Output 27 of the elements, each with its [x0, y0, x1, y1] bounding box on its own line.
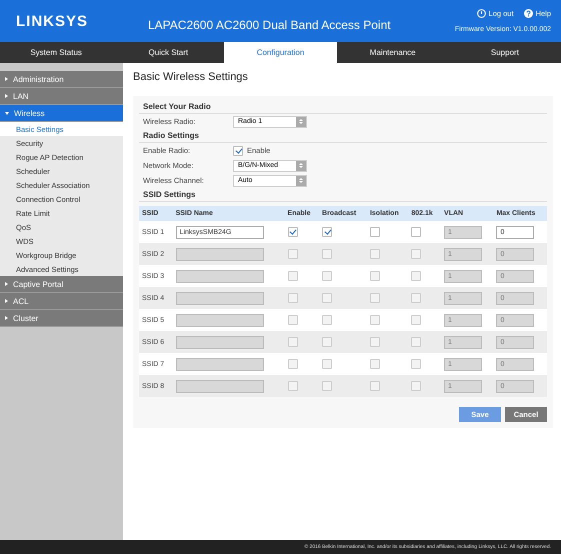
- section-heading: SSID Settings: [139, 188, 547, 202]
- checkbox[interactable]: [370, 227, 380, 237]
- sidebar-group[interactable]: ACL: [0, 293, 123, 310]
- section-heading: Radio Settings: [139, 129, 547, 143]
- section-heading: Select Your Radio: [139, 100, 547, 114]
- checkbox[interactable]: [322, 227, 332, 237]
- power-icon: [476, 9, 486, 18]
- checkbox[interactable]: [411, 227, 422, 237]
- nav-tab[interactable]: Configuration: [224, 42, 337, 63]
- help-icon: [524, 9, 533, 18]
- sidebar-group[interactable]: Administration: [0, 71, 123, 88]
- spinner-icon: [296, 176, 306, 186]
- nav-tab[interactable]: Maintenance: [336, 42, 449, 63]
- sidebar-group[interactable]: Captive Portal: [0, 276, 123, 293]
- sidebar-group[interactable]: Wireless: [0, 105, 123, 122]
- checkbox[interactable]: [288, 227, 298, 237]
- product-title: LAPAC2600 AC2600 Dual Band Access Point: [148, 18, 392, 32]
- sidebar-group[interactable]: Cluster: [0, 310, 123, 327]
- nav-tab[interactable]: Quick Start: [112, 42, 224, 63]
- checkbox[interactable]: [233, 146, 243, 156]
- spinner-icon: [296, 116, 306, 126]
- nav-tab[interactable]: System Status: [0, 42, 112, 63]
- nav-tab[interactable]: Support: [448, 42, 561, 63]
- sidebar-group[interactable]: LAN: [0, 88, 123, 105]
- page-title: Basic Wireless Settings: [133, 71, 249, 83]
- logo: LINKSYS: [16, 12, 90, 30]
- spinner-icon: [296, 160, 306, 170]
